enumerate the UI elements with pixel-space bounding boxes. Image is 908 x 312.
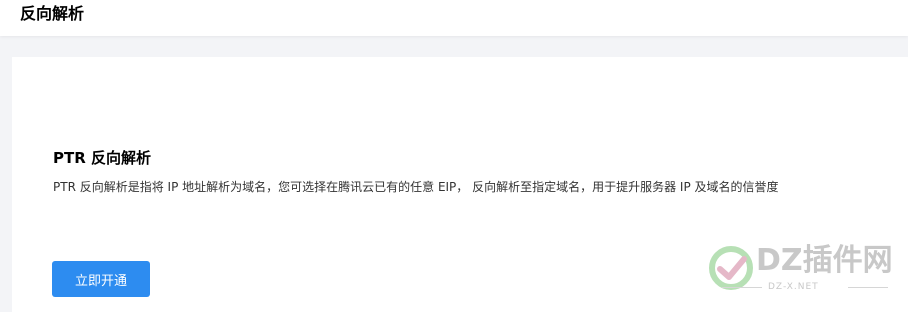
section-title: PTR 反向解析 (53, 149, 151, 167)
top-header-bar: 反向解析 (0, 0, 908, 36)
watermark-divider-right (848, 287, 888, 288)
page-title: 反向解析 (20, 4, 85, 23)
watermark-logo: DZ插件网 DZ-X.NET (706, 240, 896, 300)
enable-now-button[interactable]: 立即开通 (52, 261, 150, 297)
watermark-divider-left (722, 287, 762, 288)
watermark-text: DZ插件网 (756, 243, 893, 278)
watermark-subtext: DZ-X.NET (768, 282, 819, 292)
section-description: PTR 反向解析是指将 IP 地址解析为域名，您可选择在腾讯云已有的任意 EIP… (53, 180, 779, 194)
check-circle-logo-icon (709, 246, 753, 290)
